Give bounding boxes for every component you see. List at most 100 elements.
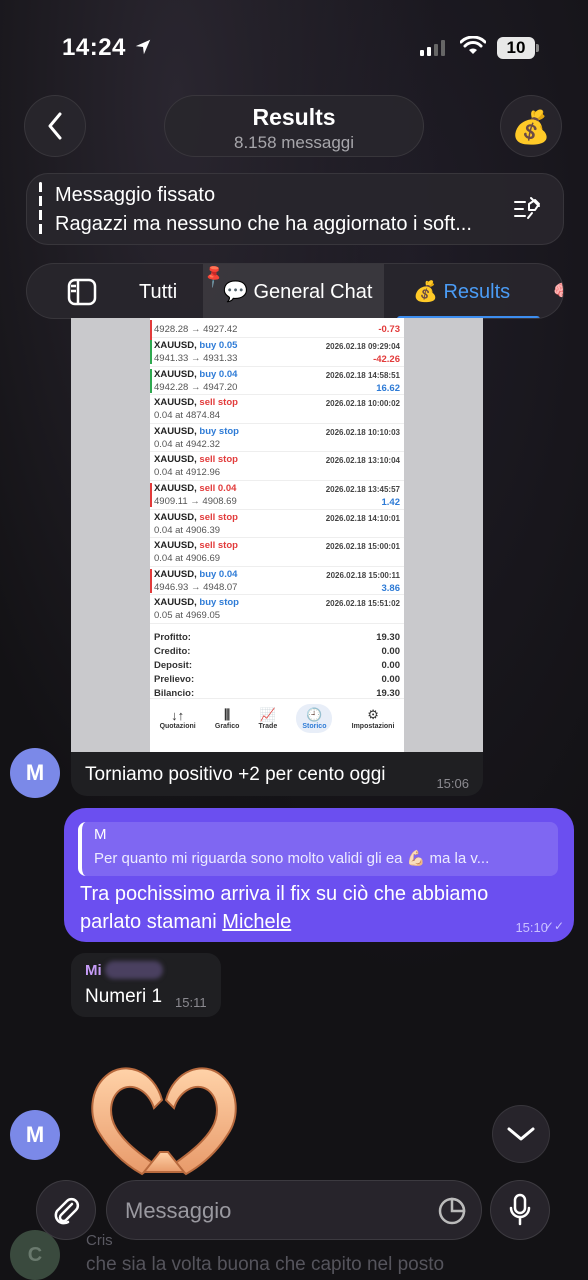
pinned-message[interactable]: Messaggio fissato Ragazzi ma nessuno che… [26, 173, 564, 245]
summary-label: Deposit: [154, 659, 192, 671]
trade-date: 2026.02.18 10:10:03 [325, 427, 400, 437]
trade-profit: 16.62 [376, 382, 400, 394]
trade-symbol: XAUUSD, sell stop [154, 397, 238, 408]
trade-row: XAUUSD, sell stop 0.04 at 4874.84 2026.02.… [150, 395, 404, 424]
back-button[interactable] [24, 95, 86, 157]
trade-row: XAUUSD, buy 0.05 4941.33 → 4931.33 2026.02… [150, 338, 404, 367]
trade-prices: 4942.28 → 4947.20 [154, 381, 238, 393]
wifi-icon [460, 36, 486, 54]
summary-label: Prelievo: [154, 673, 195, 685]
trade-operation: sell stop [199, 540, 238, 552]
trade-profit: 3.86 [381, 582, 401, 594]
trade-symbol-text: XAUUSD, [154, 368, 200, 380]
chat-avatar-money-bag-icon[interactable]: 💰 [500, 95, 562, 157]
heart-hands-sticker-icon[interactable] [84, 1060, 244, 1180]
trade-prices: 4928.28 → 4927.42 [154, 324, 238, 335]
trade-history-panel: 4928.28 → 4927.42 -0.73 XAUUSD, buy 0.05 49… [150, 318, 404, 752]
summary-value: 19.30 [376, 631, 400, 643]
trade-prices: 4909.11 → 4908.69 [154, 495, 237, 507]
message-time: 15:11 [175, 995, 207, 1010]
trade-prices: 4946.93 → 4948.07 [154, 581, 238, 593]
trade-symbol-text: XAUUSD, [154, 511, 200, 523]
microphone-button[interactable] [490, 1180, 550, 1240]
trade-date: 2026.02.18 15:00:01 [325, 542, 400, 552]
message-count: 8.158 messaggi [233, 133, 355, 152]
trade-prices: 4941.33 → 4931.33 [154, 353, 238, 364]
app-nav-grafico: ⫼ Grafico [215, 707, 240, 730]
trade-operation: buy 0.04 [199, 568, 238, 580]
trade-operation: buy stop [199, 425, 239, 437]
trade-row: XAUUSD, buy stop 0.04 at 4942.32 2026.02.1… [150, 424, 404, 453]
app-nav-trade: 📈 Trade [259, 707, 278, 730]
tab-all[interactable]: Tutti [139, 264, 177, 318]
trade-symbol-text: XAUUSD, [154, 540, 200, 552]
trade-date: 2026.02.18 15:00:11 [326, 570, 400, 580]
summary-label: Profitto: [154, 631, 191, 643]
trade-symbol-text: XAUUSD, [154, 568, 200, 580]
message-placeholder: Messaggio [125, 1198, 232, 1223]
pin-list-icon[interactable] [513, 196, 543, 222]
location-arrow-icon [135, 39, 151, 55]
cellular-signal-icon [420, 40, 445, 56]
account-summary: Profitto: 19.30 Credito: 0.00 Deposit: 0.00 Pr… [150, 624, 404, 702]
summary-row: Prelievo: 0.00 [154, 674, 400, 688]
app-nav-quotazioni: ↓↑ Quotazioni [160, 708, 196, 730]
tab-general-chat[interactable]: 💬 General Chat [203, 264, 385, 318]
attach-button[interactable] [36, 1180, 96, 1240]
trade-history-image[interactable]: 4928.28 → 4927.42 -0.73 XAUUSD, buy 0.05 49… [71, 318, 483, 752]
trade-date: 2026.02.18 14:58:51 [325, 370, 400, 380]
image-caption-bubble[interactable]: Torniamo positivo +2 per cento oggi 15:0… [71, 752, 483, 796]
trade-operation: sell stop [199, 397, 238, 409]
trade-side-bar [150, 512, 152, 536]
trade-row: XAUUSD, sell stop 0.04 at 4906.39 2026.02.… [150, 510, 404, 539]
tab-results[interactable]: 💰 Results [396, 264, 541, 318]
trade-row: XAUUSD, sell 0.04 4909.11 → 4908.69 2026.0… [150, 481, 404, 510]
trade-row: XAUUSD, buy stop 0.05 at 4969.05 2026.02.1… [150, 595, 404, 624]
pinned-indicator [39, 182, 42, 238]
caption-text: Torniamo positivo +2 per cento oggi [85, 764, 386, 785]
outgoing-message[interactable]: M Per quanto mi riguarda sono molto vali… [64, 808, 574, 942]
trade-side-bar [150, 340, 152, 364]
trade-operation: sell stop [199, 511, 238, 523]
message-body: Tra pochissimo arriva il fix su ciò che … [80, 880, 540, 936]
trade-symbol: XAUUSD, sell stop [154, 454, 238, 465]
app-nav-grafico-icon: ⫼ [224, 707, 231, 722]
trade-date: 2026.02.18 13:45:57 [325, 484, 400, 494]
chevron-left-icon [48, 112, 62, 140]
summary-value: 0.00 [381, 659, 401, 671]
app-nav-quotazioni-icon: ↓↑ [171, 707, 185, 723]
incoming-message[interactable]: Mi Numeri 1 15:11 [71, 953, 221, 1017]
app-nav-storico-icon: 🕘 [306, 707, 323, 722]
scroll-down-button[interactable] [492, 1105, 550, 1163]
trade-symbol: XAUUSD, buy 0.04 [154, 369, 237, 380]
trade-prices: 0.04 at 4942.32 [154, 438, 221, 450]
app-nav-storico: 🕘 Storico [296, 704, 333, 733]
sender-avatar[interactable]: M [10, 748, 60, 798]
trade-profit: -0.73 [378, 324, 400, 335]
trade-prices: 0.04 at 4874.84 [154, 410, 221, 422]
tab-brain[interactable]: 🧠 [553, 264, 563, 318]
sticker-icon[interactable] [437, 1196, 467, 1226]
trade-side-bar [150, 597, 152, 621]
trade-row: 4928.28 → 4927.42 -0.73 [150, 318, 404, 344]
trade-side-bar [150, 426, 152, 450]
trade-operation: sell stop [199, 454, 238, 466]
trade-profit: 1.42 [381, 496, 401, 508]
trade-side-bar [150, 397, 152, 421]
trade-symbol: XAUUSD, sell stop [154, 512, 238, 523]
trade-date: 2026.02.18 15:51:02 [325, 599, 400, 609]
sticker-sender-avatar[interactable]: M [10, 1110, 60, 1160]
chat-title[interactable]: Results 8.158 messaggi [164, 95, 424, 157]
reply-quote[interactable]: M Per quanto mi riguarda sono molto vali… [78, 822, 558, 876]
mention-link[interactable]: Michele [222, 911, 291, 933]
trade-row: XAUUSD, buy 0.04 4946.93 → 4948.07 2026.02… [150, 567, 404, 596]
sidebar-toggle-icon[interactable] [67, 278, 97, 306]
message-input[interactable]: Messaggio [106, 1180, 482, 1240]
sender-name: Mi [85, 962, 102, 979]
summary-label: Credito: [154, 645, 191, 657]
trade-symbol-text: XAUUSD, [154, 425, 200, 437]
app-nav-label: Quotazioni [159, 722, 196, 730]
trade-date: 2026.02.18 14:10:01 [325, 513, 400, 523]
microphone-icon [509, 1193, 531, 1226]
status-bar: 14:24 10 [0, 0, 588, 94]
